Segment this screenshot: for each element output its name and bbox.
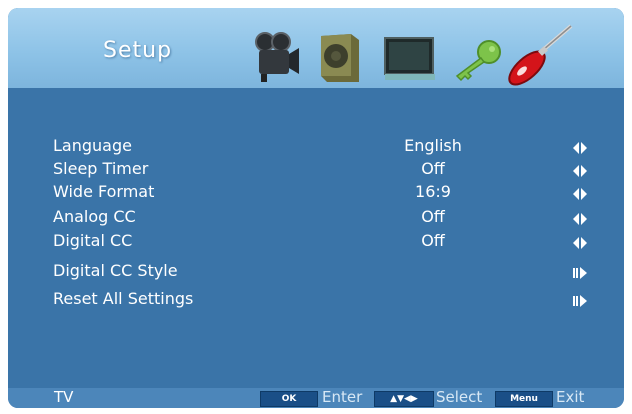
left-right-arrow-icon[interactable] (572, 211, 588, 227)
menu-key-badge: Menu (495, 391, 553, 407)
left-right-arrow-icon[interactable] (572, 235, 588, 251)
menu-item-value: Off (421, 231, 445, 250)
enter-arrow-icon[interactable] (572, 293, 588, 309)
menu-item-digital-cc-style[interactable]: Digital CC Style (8, 261, 624, 287)
setup-menu-screen: Setup Language English Sleep Timer Off W… (8, 8, 624, 408)
left-right-arrow-icon[interactable] (572, 186, 588, 202)
navigation-key-badge: ▲▼◀▶ (374, 391, 434, 407)
menu-item-label: Analog CC (53, 207, 136, 226)
left-right-arrow-icon[interactable] (572, 163, 588, 179)
menu-item-label: Sleep Timer (53, 159, 149, 178)
menu-item-label: Reset All Settings (53, 289, 194, 308)
speaker-icon[interactable] (315, 32, 365, 84)
menu-item-value: English (404, 136, 462, 155)
enter-arrow-icon[interactable] (572, 265, 588, 281)
menu-footer: TV OK Enter ▲▼◀▶ Select Menu Exit (8, 388, 624, 408)
input-source-label: TV (54, 388, 74, 406)
ok-key-badge: OK (260, 391, 318, 407)
page-title: Setup (103, 38, 173, 63)
menu-item-value: Off (421, 207, 445, 226)
menu-item-digital-cc[interactable]: Digital CC Off (8, 231, 624, 257)
menu-item-value: Off (421, 159, 445, 178)
select-hint: Select (436, 388, 483, 406)
monitor-icon[interactable] (383, 36, 437, 82)
menu-item-reset-all-settings[interactable]: Reset All Settings (8, 289, 624, 315)
enter-hint: Enter (322, 388, 363, 406)
menu-item-label: Language (53, 136, 132, 155)
menu-item-wide-format[interactable]: Wide Format 16:9 (8, 182, 624, 208)
setup-menu-list: Language English Sleep Timer Off Wide Fo… (8, 88, 624, 388)
menu-item-analog-cc[interactable]: Analog CC Off (8, 207, 624, 233)
menu-item-label: Digital CC Style (53, 261, 178, 280)
menu-item-value: 16:9 (415, 182, 451, 201)
menu-header: Setup (8, 8, 624, 88)
category-icon-bar (253, 24, 603, 88)
menu-item-label: Wide Format (53, 182, 155, 201)
menu-item-label: Digital CC (53, 231, 133, 250)
screwdriver-icon[interactable] (505, 24, 581, 88)
left-right-arrow-icon[interactable] (572, 140, 588, 156)
exit-hint: Exit (556, 388, 585, 406)
video-camera-icon[interactable] (253, 30, 301, 84)
key-icon[interactable] (453, 38, 503, 84)
